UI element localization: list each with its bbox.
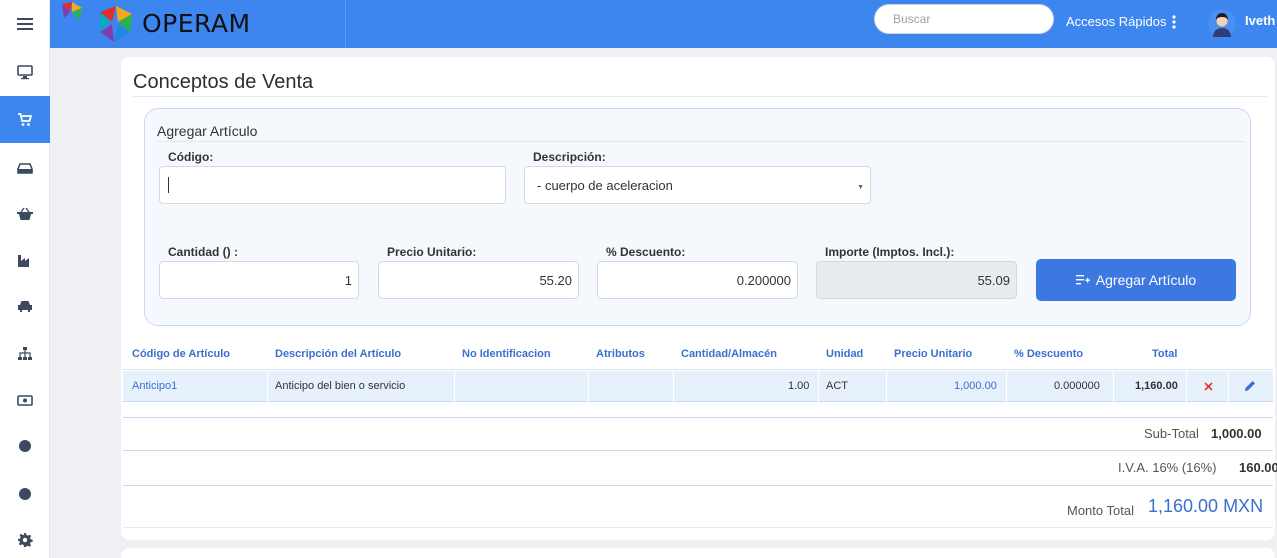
brand-name: OPERAM [142,9,251,38]
monitor-icon[interactable] [0,48,50,95]
column-header[interactable]: Total [1152,348,1177,360]
unit-price-label: Precio Unitario: [387,245,477,259]
column-separator [454,371,455,402]
panel-title: Agregar Artículo [157,123,258,139]
circle-icon[interactable] [0,422,50,469]
description-select[interactable]: - cuerpo de aceleracion ▼ [524,166,871,204]
iva-label: I.V.A. 16% (16%) [1118,460,1217,475]
cell-unit-price: 1,000.00 [954,380,997,392]
sidebar [0,0,50,558]
column-separator [673,371,674,402]
cell-description: Anticipo del bien o servicio [275,380,406,392]
user-name[interactable]: Iveth [1245,13,1275,28]
cell-code[interactable]: Anticipo1 [132,380,177,392]
table-row: Anticipo1 Anticipo del bien o servicio 1… [123,371,1273,402]
divider [157,141,1245,142]
divider [123,485,1273,486]
cell-unit: ACT [826,380,848,392]
column-separator [588,371,589,402]
quantity-value: 1 [344,272,352,288]
add-item-button-label: Agregar Artículo [1095,272,1197,288]
column-separator [886,371,887,402]
main-card: Conceptos de Venta Agregar Artículo Códi… [121,57,1277,540]
column-header[interactable]: Unidad [826,348,863,360]
playlist-add-icon [1075,275,1090,285]
column-separator [1228,371,1229,402]
column-separator [818,371,819,402]
total-label: Monto Total [1067,503,1134,518]
page-title: Conceptos de Venta [133,71,314,93]
basket-icon[interactable] [0,190,50,237]
amount-value: 55.09 [977,272,1010,288]
column-separator [1186,371,1187,402]
column-header[interactable]: Descripción del Artículo [275,348,401,360]
menu-icon[interactable] [0,0,50,47]
description-value: - cuerpo de aceleracion [537,177,673,193]
gear-icon[interactable] [0,516,50,558]
column-separator [1006,371,1007,402]
cell-discount: 0.000000 [1054,380,1100,392]
delete-icon[interactable] [1204,382,1213,391]
subtotal-label: Sub-Total [1144,426,1199,441]
column-header[interactable]: Atributos [596,348,645,360]
column-header[interactable]: Código de Artículo [132,348,230,360]
add-item-button[interactable]: Agregar Artículo [1036,259,1236,301]
factory-icon[interactable] [0,236,50,283]
quantity-label: Cantidad () : [168,245,238,259]
circle-icon[interactable] [0,470,50,517]
total-value: 1,160.00 MXN [1148,496,1264,516]
amount-label: Importe (Imptos. Incl.): [825,245,955,259]
discount-field[interactable]: 0.200000 [597,261,798,299]
column-header[interactable]: No Identificacion [462,348,551,360]
divider [123,417,1273,418]
inbox-icon[interactable] [0,144,50,191]
column-header[interactable]: Cantidad/Almacén [681,348,777,360]
sitemap-icon[interactable] [0,330,50,377]
code-field[interactable] [159,166,506,204]
cell-quantity: 1.00 [788,380,810,392]
add-item-panel: Agregar Artículo Código: Descripción: - … [144,108,1251,326]
cart-icon[interactable] [0,96,50,143]
column-separator [267,371,268,402]
quick-access-menu[interactable]: Accesos Rápidos [1066,14,1177,29]
unit-price-value: 55.20 [539,272,572,288]
top-bar: OPERAM Accesos Rápidos Iveth [50,0,1277,48]
divider [123,527,1273,528]
car-icon[interactable] [0,282,50,329]
column-header[interactable]: % Descuento [1014,348,1083,360]
text-caret [168,177,169,193]
table-header: Código de Artículo Descripción del Artíc… [123,342,1273,370]
column-header[interactable]: Precio Unitario [894,348,972,360]
quick-access-label: Accesos Rápidos [1066,14,1167,29]
cell-total: 1,160.00 [1135,380,1178,392]
money-icon[interactable] [0,376,50,423]
next-card [121,548,1275,558]
quantity-field[interactable]: 1 [159,261,359,299]
kebab-icon [1172,14,1177,29]
code-label: Código: [168,150,214,164]
discount-value: 0.200000 [736,272,791,288]
edit-icon[interactable] [1244,380,1256,392]
divider [133,96,1267,97]
subtotal-value: 1,000.00 [1211,426,1262,441]
search-input[interactable] [874,4,1054,34]
logo-mark-icon [100,6,132,42]
unit-price-field[interactable]: 55.20 [378,261,579,299]
description-label: Descripción: [533,150,606,164]
iva-value: 160.00 [1239,460,1277,475]
chevron-down-icon: ▼ [857,184,864,191]
divider [123,450,1273,451]
amount-field: 55.09 [816,261,1017,299]
avatar[interactable] [1208,9,1236,37]
brand-area: OPERAM [50,0,346,48]
logo-icon [62,2,82,20]
column-separator [1113,371,1114,402]
discount-label: % Descuento: [606,245,686,259]
